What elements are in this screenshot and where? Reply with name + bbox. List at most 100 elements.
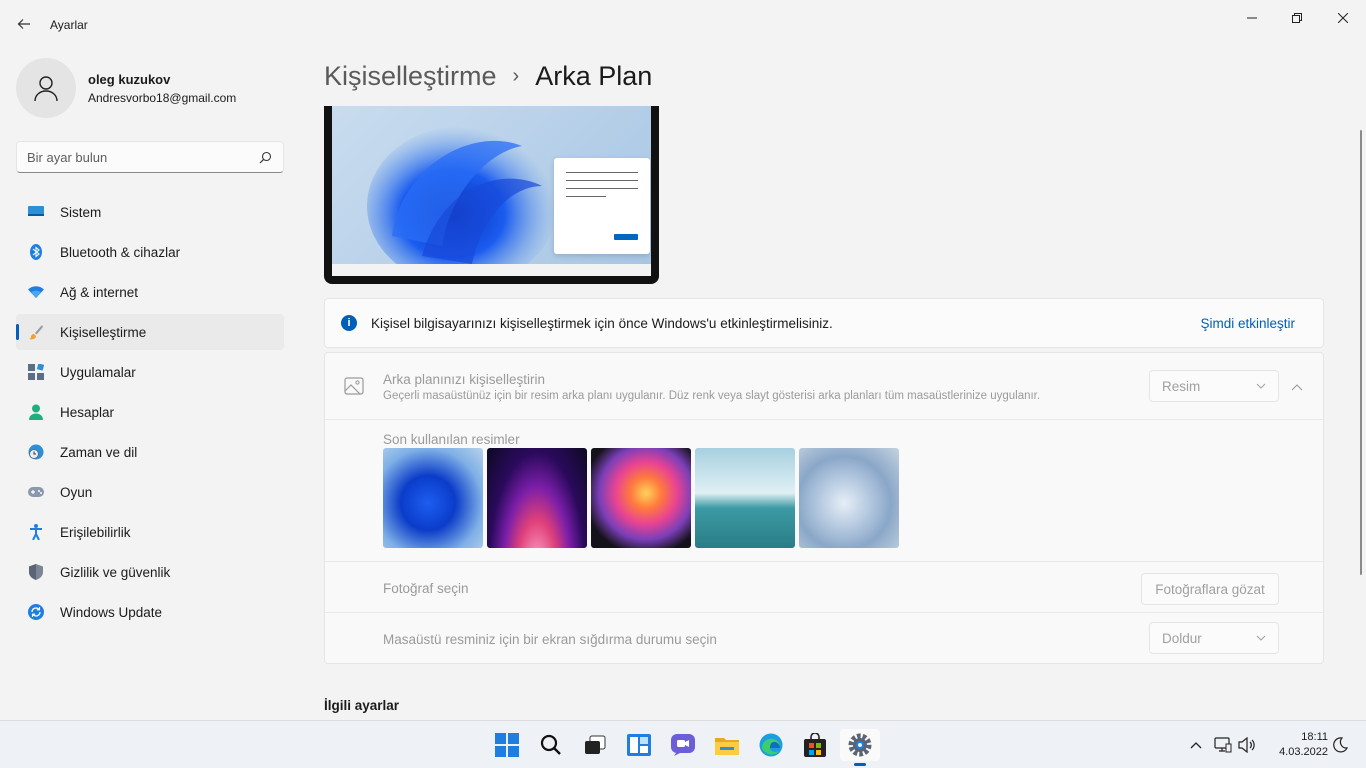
apps-icon	[28, 364, 44, 380]
preview-window	[554, 158, 650, 254]
show-hidden-icons-button[interactable]	[1186, 735, 1206, 755]
back-arrow-icon	[17, 19, 30, 29]
sidebar-item-label: Bluetooth & cihazlar	[60, 244, 181, 260]
file-explorer-icon	[715, 738, 739, 755]
sidebar-item-personalization[interactable]: Kişiselleştirme	[16, 314, 284, 350]
account-icon	[28, 404, 44, 420]
avatar	[16, 58, 76, 118]
sidebar-item-gaming[interactable]: Oyun	[16, 474, 284, 510]
person-icon	[34, 76, 58, 102]
dropdown-value: Doldur	[1162, 630, 1202, 646]
sidebar-item-network[interactable]: Ağ & internet	[16, 274, 284, 310]
sidebar-item-label: Ağ & internet	[60, 284, 139, 300]
title-bar: Ayarlar	[0, 0, 1366, 48]
sidebar-item-label: Erişilebilirlik	[60, 524, 131, 540]
sidebar-item-bluetooth[interactable]: Bluetooth & cihazlar	[16, 234, 284, 270]
app-title: Ayarlar	[50, 18, 88, 32]
settings-icon	[848, 733, 872, 757]
focus-assist-button[interactable]	[1330, 735, 1350, 755]
sidebar-item-sistem[interactable]: Sistem	[16, 194, 284, 230]
fit-label: Masaüstü resminiz için bir ekran sığdırm…	[383, 632, 717, 647]
recent-image-thumbnail[interactable]	[383, 448, 483, 548]
accessibility-icon	[28, 524, 44, 540]
breadcrumb-parent[interactable]: Kişiselleştirme	[324, 61, 497, 92]
activation-infobar: i Kişisel bilgisayarınızı kişiselleştirm…	[324, 298, 1324, 348]
moon-icon	[1333, 737, 1348, 753]
dropdown-value: Resim	[1162, 378, 1201, 394]
search-icon	[540, 734, 561, 755]
volume-tray-button[interactable]	[1237, 735, 1257, 755]
background-settings-panel: Arka planınızı kişiselleştirin Geçerli m…	[324, 352, 1324, 664]
settings-taskbar-button[interactable]	[840, 729, 880, 761]
chevron-down-icon	[1256, 383, 1266, 389]
wifi-icon	[28, 284, 44, 300]
profile-email: Andresvorbo18@gmail.com	[88, 90, 237, 105]
background-preview	[324, 106, 659, 284]
network-icon	[1214, 737, 1232, 753]
store-button[interactable]	[795, 729, 835, 761]
recent-image-thumbnail[interactable]	[487, 448, 587, 548]
sidebar-nav: Sistem Bluetooth & cihazlar Ağ & interne…	[16, 194, 284, 634]
bluetooth-icon	[28, 244, 44, 260]
sidebar-item-label: Sistem	[60, 204, 102, 220]
chat-button[interactable]	[663, 729, 703, 761]
sidebar-item-privacy[interactable]: Gizlilik ve güvenlik	[16, 554, 284, 590]
gamepad-icon	[28, 484, 44, 500]
sidebar-item-accessibility[interactable]: Erişilebilirlik	[16, 514, 284, 550]
sidebar-item-windows-update[interactable]: Windows Update	[16, 594, 284, 630]
task-view-icon	[585, 735, 606, 754]
sidebar-item-apps[interactable]: Uygulamalar	[16, 354, 284, 390]
recent-image-thumbnail[interactable]	[591, 448, 691, 548]
sidebar-item-label: Gizlilik ve güvenlik	[60, 564, 171, 580]
scrollbar[interactable]	[1360, 130, 1362, 575]
restore-icon	[1292, 13, 1302, 23]
update-icon	[28, 604, 44, 620]
search-icon[interactable]	[257, 149, 273, 165]
file-explorer-button[interactable]	[707, 729, 747, 761]
clock-date: 4.03.2022	[1279, 746, 1328, 758]
widgets-button[interactable]	[619, 729, 659, 761]
image-icon	[344, 377, 364, 395]
preview-wallpaper	[332, 106, 651, 264]
edge-button[interactable]	[751, 729, 791, 761]
shield-icon	[28, 564, 44, 580]
brush-icon	[28, 324, 44, 340]
widgets-icon	[627, 734, 651, 756]
close-button[interactable]	[1320, 6, 1366, 30]
close-icon	[1338, 13, 1348, 23]
start-button[interactable]	[487, 729, 527, 761]
sidebar-item-accounts[interactable]: Hesaplar	[16, 394, 284, 430]
background-type-row: Arka planınızı kişiselleştirin Geçerli m…	[325, 353, 1323, 420]
profile-name: oleg kuzukov	[88, 71, 171, 87]
minimize-button[interactable]	[1229, 6, 1275, 30]
fit-dropdown[interactable]: Doldur	[1149, 622, 1279, 654]
minimize-icon	[1247, 17, 1257, 19]
back-button[interactable]	[12, 12, 36, 36]
background-title: Arka planınızı kişiselleştirin	[383, 372, 546, 387]
taskbar-clock[interactable]: 18:11 4.03.2022	[1268, 730, 1328, 760]
related-settings-heading: İlgili ayarlar	[324, 698, 400, 713]
breadcrumb-separator: ›	[512, 64, 520, 87]
chevron-up-icon	[1190, 742, 1202, 749]
task-view-button[interactable]	[575, 729, 615, 761]
taskbar: 18:11 4.03.2022	[0, 720, 1366, 768]
network-tray-button[interactable]	[1213, 735, 1233, 755]
chevron-up-icon	[1291, 383, 1303, 390]
time-language-icon	[28, 444, 44, 460]
sidebar-item-time-language[interactable]: Zaman ve dil	[16, 434, 284, 470]
restore-button[interactable]	[1274, 6, 1320, 30]
edge-icon	[759, 733, 783, 757]
user-profile[interactable]: oleg kuzukov Andresvorbo18@gmail.com	[16, 58, 236, 118]
collapse-button[interactable]	[1287, 377, 1307, 397]
recent-image-thumbnail[interactable]	[695, 448, 795, 548]
recent-images-label: Son kullanılan resimler	[383, 432, 520, 447]
browse-photos-button[interactable]: Fotoğraflara gözat	[1141, 573, 1279, 605]
search-input[interactable]: Bir ayar bulun	[16, 141, 284, 173]
taskbar-search-button[interactable]	[531, 729, 571, 761]
recent-image-thumbnail[interactable]	[799, 448, 899, 548]
sidebar-item-label: Kişiselleştirme	[60, 324, 147, 340]
info-icon: i	[341, 315, 357, 331]
activate-now-link[interactable]: Şimdi etkinleştir	[1200, 316, 1295, 331]
background-type-dropdown[interactable]: Resim	[1149, 370, 1279, 402]
divider	[325, 561, 1323, 562]
